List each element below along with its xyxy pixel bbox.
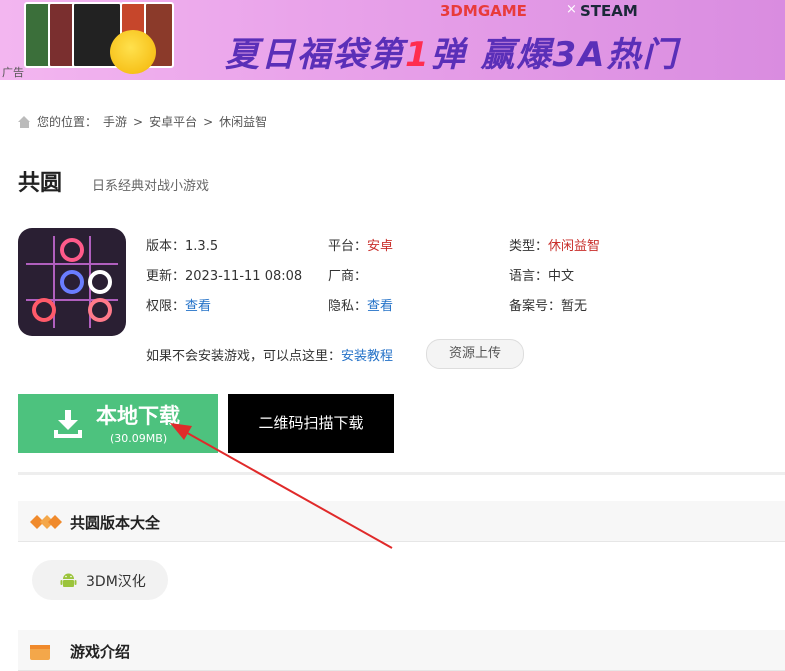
install-tip: 如果不会安装游戏，可以点这里：安装教程 <box>146 345 393 364</box>
breadcrumb-item-mobile-games[interactable]: 手游 <box>103 113 127 130</box>
info-vendor: 厂商： <box>328 265 367 284</box>
info-record-label: 备案号： <box>509 299 562 314</box>
info-permission-link[interactable]: 查看 <box>185 299 211 314</box>
headline-part-b: 弹 赢爆3A热门 <box>430 35 679 75</box>
android-icon <box>60 573 77 587</box>
headline-number: 1 <box>405 35 431 75</box>
info-version-label: 版本： <box>146 239 186 254</box>
brand-separator: × <box>566 2 577 17</box>
versions-section-icon <box>30 515 62 529</box>
qr-download-button[interactable]: 二维码扫描下载 <box>228 394 394 453</box>
banner-headline: 夏日福袋第1弹 赢爆3A热门 <box>225 27 678 76</box>
info-privacy-link[interactable]: 查看 <box>367 299 393 314</box>
info-permission-label: 权限： <box>146 299 186 314</box>
download-size: (30.09MB) <box>110 432 168 445</box>
breadcrumb-prefix: 您的位置： <box>37 115 98 129</box>
game-app-icon <box>18 228 126 336</box>
breadcrumb-separator: > <box>133 114 144 129</box>
info-updated-label: 更新： <box>146 269 186 284</box>
headline-part-a: 夏日福袋第 <box>225 35 405 75</box>
info-privacy-label: 隐私： <box>328 299 368 314</box>
versions-section-header: 共圆版本大全 <box>18 501 785 542</box>
info-permission: 权限：查看 <box>146 295 211 314</box>
download-icon <box>54 410 82 438</box>
intro-section-header: 游戏介绍 <box>18 630 785 671</box>
info-record-value: 暂无 <box>561 299 588 314</box>
ad-tag: 广告 <box>2 66 24 79</box>
intro-section-title: 游戏介绍 <box>70 643 131 661</box>
info-type-value[interactable]: 休闲益智 <box>548 239 600 254</box>
info-platform-value[interactable]: 安卓 <box>367 239 393 254</box>
info-type: 类型：休闲益智 <box>509 235 600 254</box>
local-download-button[interactable]: 本地下载 (30.09MB) <box>18 394 218 453</box>
info-version: 版本：1.3.5 <box>146 235 218 254</box>
info-platform-label: 平台： <box>328 239 368 254</box>
breadcrumb-item-android[interactable]: 安卓平台 <box>149 113 197 130</box>
version-item-label: 3DM汉化 <box>86 574 146 590</box>
info-vendor-label: 厂商： <box>328 269 368 284</box>
resource-upload-button[interactable]: 资源上传 <box>426 339 524 369</box>
info-type-label: 类型： <box>509 239 549 254</box>
install-tip-text: 如果不会安装游戏，可以点这里： <box>146 349 342 364</box>
breadcrumb: 您的位置： 手游 > 安卓平台 > 休闲益智 <box>18 113 267 130</box>
breadcrumb-separator: > <box>203 114 214 129</box>
divider <box>18 472 785 475</box>
page-subtitle: 日系经典对战小游戏 <box>92 179 210 194</box>
info-updated: 更新：2023-11-11 08:08 <box>146 265 302 284</box>
info-platform: 平台：安卓 <box>328 235 393 254</box>
page-title: 共圆 <box>18 171 63 196</box>
breadcrumb-item-casual[interactable]: 休闲益智 <box>219 113 267 130</box>
install-tutorial-link[interactable]: 安装教程 <box>341 349 393 364</box>
local-download-label: 本地下载 <box>96 404 180 428</box>
intro-section-icon <box>30 645 50 660</box>
info-updated-value: 2023-11-11 08:08 <box>185 269 303 284</box>
info-language-value: 中文 <box>548 269 575 284</box>
info-record: 备案号：暂无 <box>509 295 587 314</box>
brand-3dmgame-logo: 3DMGAME <box>440 2 527 20</box>
info-version-value: 1.3.5 <box>185 239 219 254</box>
info-language-label: 语言： <box>509 269 549 284</box>
versions-section-title: 共圆版本大全 <box>70 514 161 532</box>
info-language: 语言：中文 <box>509 265 574 284</box>
ad-banner[interactable]: 广告 3DMGAME × STEAM 夏日福袋第1弹 赢爆3A热门 <box>0 0 785 80</box>
home-icon <box>18 115 31 128</box>
brand-steam-logo: STEAM <box>580 2 638 20</box>
info-privacy: 隐私：查看 <box>328 295 393 314</box>
mascot-image <box>110 30 156 74</box>
version-item-3dm[interactable]: 3DM汉化 <box>32 560 168 600</box>
